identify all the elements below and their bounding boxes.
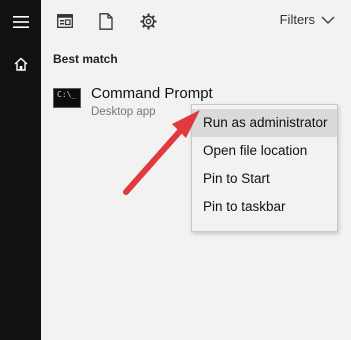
documents-filter-button[interactable] [96,11,116,31]
search-toolbar: Filters [41,0,351,42]
result-subtitle: Desktop app [91,106,156,118]
menu-item-pin-to-taskbar[interactable]: Pin to taskbar [192,193,337,221]
apps-filter-button[interactable] [55,11,75,31]
left-rail [0,0,41,340]
document-icon [99,12,113,30]
command-prompt-icon: C:\_ [53,88,81,108]
menu-item-pin-to-start[interactable]: Pin to Start [192,165,337,193]
menu-item-open-file-location[interactable]: Open file location [192,137,337,165]
menu-button[interactable] [0,2,41,42]
filters-label: Filters [279,12,315,27]
gear-icon [140,13,156,29]
filters-dropdown[interactable]: Filters [280,12,335,27]
chevron-down-icon [321,16,335,24]
search-panel: Filters Best match C:\_ Command Prompt D… [41,0,351,340]
result-title: Command Prompt [91,85,213,102]
home-button[interactable] [0,44,41,84]
hamburger-icon [12,16,29,28]
menu-item-run-as-administrator[interactable]: Run as administrator [192,109,337,137]
home-icon [14,57,27,71]
best-match-heading: Best match [53,52,118,66]
settings-filter-button[interactable] [138,11,158,31]
app-window-icon [57,14,73,28]
command-prompt-icon-glyph: C:\_ [57,90,77,99]
context-menu: Run as administrator Open file location … [191,104,338,232]
